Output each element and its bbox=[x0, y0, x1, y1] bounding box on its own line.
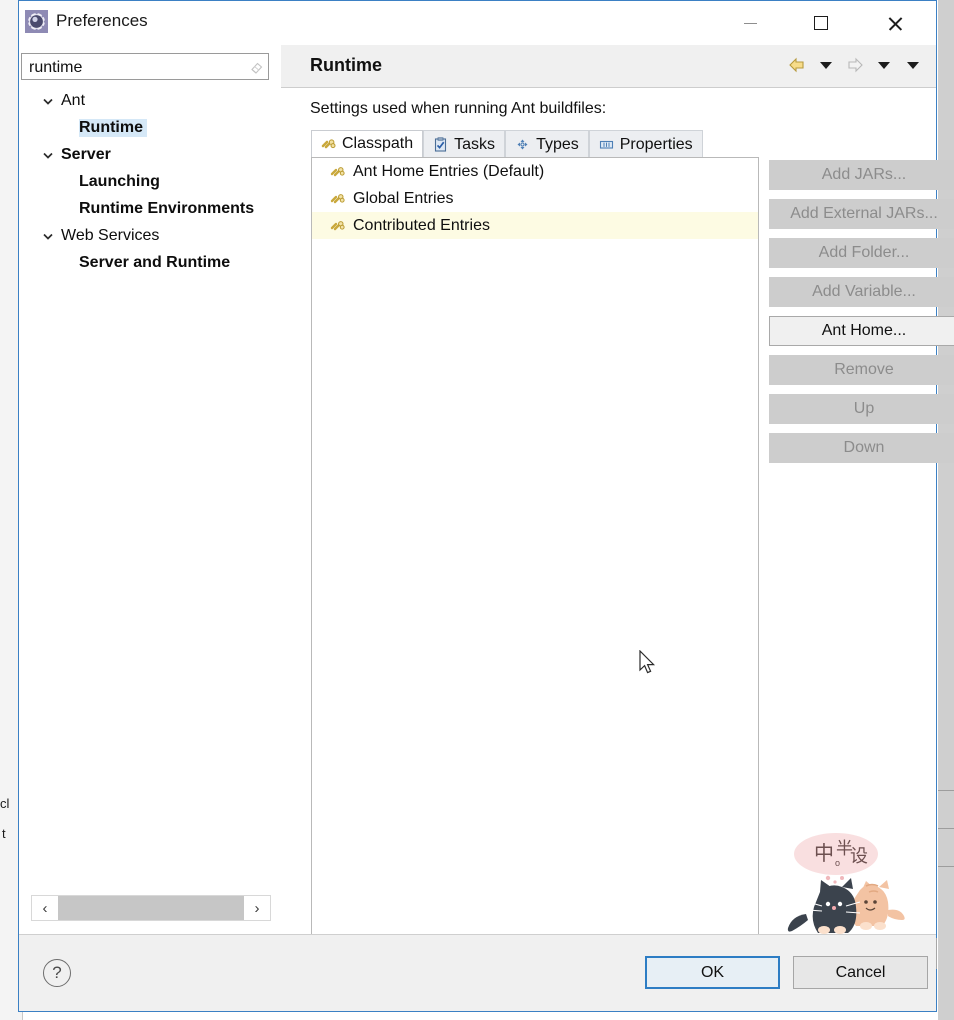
list-item-label: Global Entries bbox=[353, 189, 454, 207]
classpath-entries-list[interactable]: Ant Home Entries (Default) Global Entrie… bbox=[311, 157, 759, 969]
tab-bar: Classpath Tasks Types Properties bbox=[311, 130, 703, 158]
add-folder-button[interactable]: Add Folder... bbox=[769, 238, 954, 268]
add-variable-button[interactable]: Add Variable... bbox=[769, 277, 954, 307]
list-item[interactable]: Contributed Entries bbox=[312, 212, 758, 239]
background-ghost-text-2: t bbox=[2, 826, 6, 841]
add-jars-button[interactable]: Add JARs... bbox=[769, 160, 954, 190]
preferences-dialog: Preferences runtime Ant Runtime Server L… bbox=[18, 0, 954, 1012]
filter-box[interactable] bbox=[21, 53, 269, 80]
cancel-button[interactable]: Cancel bbox=[793, 956, 928, 989]
tree-item-label: Server bbox=[61, 145, 111, 163]
tree-item-server[interactable]: Server bbox=[19, 141, 279, 168]
forward-dropdown-chevron-down-icon[interactable] bbox=[873, 54, 895, 76]
tree-item-runtime[interactable]: Runtime bbox=[19, 114, 279, 141]
eraser-icon[interactable] bbox=[250, 60, 263, 74]
up-button[interactable]: Up bbox=[769, 394, 954, 424]
maximize-icon bbox=[814, 16, 828, 30]
tasks-clipboard-icon bbox=[433, 137, 448, 152]
types-icon bbox=[515, 137, 530, 152]
ide-right-divider bbox=[938, 866, 954, 867]
scrollbar-thumb[interactable] bbox=[58, 896, 244, 920]
chevron-down-icon[interactable] bbox=[41, 148, 55, 162]
close-button[interactable] bbox=[872, 1, 918, 45]
page-title: Runtime bbox=[310, 55, 382, 75]
dialog-titlebar: Preferences bbox=[19, 1, 936, 46]
tree-item-web-services[interactable]: Web Services bbox=[19, 222, 279, 249]
classpath-icon bbox=[321, 137, 336, 152]
tree-item-label: Launching bbox=[79, 172, 160, 190]
close-icon bbox=[887, 15, 904, 32]
ant-home-button[interactable]: Ant Home... bbox=[769, 316, 954, 346]
add-external-jars-button[interactable]: Add External JARs... bbox=[769, 199, 954, 229]
preferences-tree[interactable]: Ant Runtime Server Launching Runtime Env… bbox=[19, 87, 279, 887]
tab-properties[interactable]: Properties bbox=[588, 130, 703, 158]
chevron-down-icon[interactable] bbox=[41, 94, 55, 108]
dialog-body: Ant Runtime Server Launching bbox=[19, 45, 954, 969]
down-button[interactable]: Down bbox=[769, 433, 954, 463]
dialog-title: Preferences bbox=[56, 11, 148, 30]
minimize-icon bbox=[743, 22, 757, 24]
page-nav-toolbar bbox=[786, 54, 924, 76]
tree-item-label: Runtime Environments bbox=[79, 199, 255, 217]
page-menu-chevron-down-icon[interactable] bbox=[902, 54, 924, 76]
ide-right-panel bbox=[938, 0, 954, 1020]
tree-item-ant[interactable]: Ant bbox=[19, 87, 279, 114]
classpath-icon bbox=[330, 165, 346, 179]
tree-item-launching[interactable]: Launching bbox=[19, 168, 279, 195]
dialog-footer: ? OK Cancel bbox=[19, 934, 936, 1011]
list-item[interactable]: Global Entries bbox=[312, 185, 758, 212]
tab-label: Properties bbox=[619, 135, 693, 153]
list-item-label: Contributed Entries bbox=[353, 216, 490, 234]
tab-label: Tasks bbox=[454, 135, 496, 153]
tab-tasks[interactable]: Tasks bbox=[423, 130, 506, 158]
preferences-gear-icon bbox=[25, 10, 48, 33]
search-input[interactable] bbox=[27, 56, 236, 80]
page-description: Settings used when running Ant buildfile… bbox=[310, 100, 607, 117]
classpath-icon bbox=[330, 219, 346, 233]
tab-classpath[interactable]: Classpath bbox=[311, 130, 424, 158]
background-ghost-text-1: cl bbox=[0, 796, 10, 811]
scroll-left-arrow-icon[interactable]: ‹ bbox=[32, 896, 58, 920]
chevron-down-icon[interactable] bbox=[41, 229, 55, 243]
preferences-tree-pane: Ant Runtime Server Launching bbox=[19, 45, 282, 935]
classpath-icon bbox=[330, 192, 346, 206]
question-mark-icon[interactable]: ? bbox=[43, 959, 71, 987]
tree-item-runtime-environments[interactable]: Runtime Environments bbox=[19, 195, 279, 222]
tab-label: Types bbox=[536, 135, 579, 153]
preference-page-pane: Runtime Settings used when running Ant b… bbox=[281, 45, 954, 969]
page-header: Runtime bbox=[281, 45, 936, 88]
scroll-right-arrow-icon[interactable]: › bbox=[244, 896, 270, 920]
tree-item-label: Runtime bbox=[79, 118, 147, 137]
scrollbar-track[interactable] bbox=[58, 896, 244, 920]
minimize-button[interactable] bbox=[727, 1, 773, 45]
classpath-action-buttons: Add JARs... Add External JARs... Add Fol… bbox=[769, 160, 954, 463]
tree-horizontal-scrollbar[interactable]: ‹ › bbox=[31, 895, 271, 921]
tab-types[interactable]: Types bbox=[505, 130, 589, 158]
ok-button[interactable]: OK bbox=[645, 956, 780, 989]
tab-label: Classpath bbox=[342, 135, 414, 152]
forward-arrow-icon[interactable] bbox=[844, 54, 866, 76]
tree-item-label: Server and Runtime bbox=[79, 253, 231, 271]
properties-icon bbox=[599, 137, 614, 152]
maximize-button[interactable] bbox=[798, 1, 844, 45]
ide-right-divider bbox=[938, 828, 954, 829]
list-item-label: Ant Home Entries (Default) bbox=[353, 162, 545, 180]
page-body: Settings used when running Ant buildfile… bbox=[281, 88, 954, 969]
back-dropdown-chevron-down-icon[interactable] bbox=[815, 54, 837, 76]
list-item[interactable]: Ant Home Entries (Default) bbox=[312, 158, 758, 185]
tree-item-server-and-runtime[interactable]: Server and Runtime bbox=[19, 249, 279, 276]
ide-right-divider bbox=[938, 790, 954, 791]
remove-button[interactable]: Remove bbox=[769, 355, 954, 385]
back-arrow-icon[interactable] bbox=[786, 54, 808, 76]
